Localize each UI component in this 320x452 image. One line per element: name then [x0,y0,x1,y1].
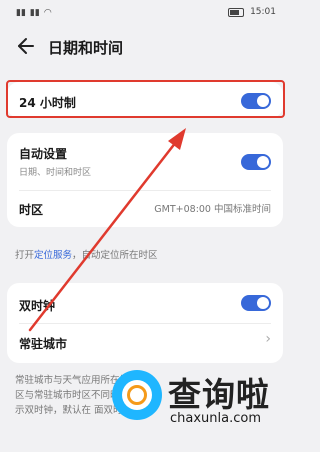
divider [19,323,271,324]
watermark-logo: 查询啦 chaxunla.com [112,366,282,438]
status-bar: ▮▮ ▮▮ ◠ 15:01 [0,0,290,26]
battery-icon [228,7,245,17]
toggle-dual-clock[interactable] [241,295,271,311]
logo-circle-icon [112,370,162,420]
row-dual-clock[interactable]: 双时钟 [19,295,271,313]
row-label: 时区 [19,203,44,217]
row-label: 常驻城市 [19,337,68,351]
toggle-auto[interactable] [241,154,271,170]
card-dual-clock: 双时钟 常驻城市 › [7,283,283,363]
row-label: 双时钟 [19,299,56,313]
back-arrow-icon[interactable] [12,34,36,58]
location-service-link[interactable]: 定位服务 [34,250,72,261]
card-auto: 自动设置 日期、时间和时区 时区 GMT+08:00 中国标准时间 [7,133,283,227]
timezone-value: GMT+08:00 中国标准时间 [154,204,271,215]
wifi-icon: ◠ [43,8,52,18]
hint-suffix: ，自动定位所在时区 [72,250,158,261]
signal-icon: ▮▮ [29,8,40,18]
row-label: 自动设置 [19,147,68,161]
header: 日期和时间 [0,26,290,70]
signal-icon: ▮▮ [16,8,26,18]
divider [19,190,271,191]
row-subtitle: 日期、时间和时区 [19,168,92,178]
row-auto[interactable]: 自动设置 日期、时间和时区 [19,145,271,181]
status-icons-left: ▮▮ ▮▮ ◠ [16,8,52,18]
hint-prefix: 打开 [15,250,35,261]
status-time: 15:01 [250,7,276,17]
row-timezone[interactable]: 时区 GMT+08:00 中国标准时间 [19,199,271,217]
watermark-title: 查询啦 [168,375,270,414]
location-hint: 打开定位服务，自动定位所在时区 [15,247,158,261]
highlight-box [6,80,285,118]
row-home-city[interactable]: 常驻城市 › [19,331,271,351]
watermark-url: chaxunla.com [170,411,261,426]
status-icons-right: 15:01 [228,7,276,17]
page-title: 日期和时间 [48,39,124,57]
chevron-right-icon: › [265,331,271,347]
